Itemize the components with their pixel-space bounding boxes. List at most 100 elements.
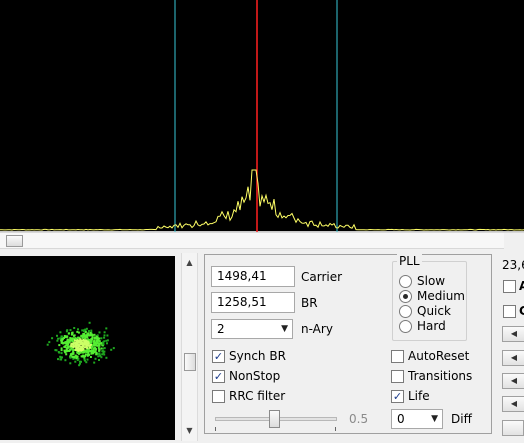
- constellation-point: [80, 346, 83, 349]
- constellation-point: [81, 329, 84, 332]
- right-left-arrow-button[interactable]: ◀: [502, 326, 524, 342]
- constellation-point: [101, 350, 104, 353]
- radio-icon: [399, 274, 412, 288]
- checkbox-box: [212, 389, 225, 403]
- carrier-input[interactable]: 1498,41: [211, 266, 295, 287]
- rrc-slider-thumb[interactable]: [269, 410, 280, 428]
- right-checkbox-c[interactable]: [503, 305, 516, 318]
- constellation-point: [93, 361, 96, 364]
- pll-title: PLL: [397, 254, 422, 268]
- rrc-filter-checkbox[interactable]: RRC filter: [212, 389, 285, 403]
- constellation-point: [55, 349, 58, 352]
- constellation-plot: [46, 321, 115, 367]
- right-left-arrow-button[interactable]: ◀: [502, 373, 524, 389]
- radio-icon: [399, 304, 412, 318]
- constellation-point: [87, 330, 90, 332]
- vertical-scrollbar[interactable]: ▲ ▼: [181, 253, 198, 441]
- radio-icon: [399, 319, 412, 333]
- checkmark-icon: ✓: [212, 369, 225, 383]
- scrollbar-thumb[interactable]: [6, 235, 23, 247]
- constellation-point: [110, 348, 113, 351]
- constellation-point: [89, 340, 92, 343]
- constellation-point: [83, 332, 86, 335]
- constellation-point: [90, 329, 93, 332]
- constellation-point: [101, 353, 104, 356]
- rrc-filter-label: RRC filter: [229, 389, 286, 403]
- constellation-point: [85, 344, 88, 347]
- constellation-point: [92, 344, 95, 347]
- constellation-point: [95, 348, 98, 351]
- scrollbar-thumb[interactable]: [184, 353, 196, 371]
- scroll-down-icon[interactable]: ▼: [182, 423, 197, 438]
- constellation-point: [81, 351, 84, 354]
- constellation-point: [60, 349, 63, 352]
- constellation-display: [0, 256, 175, 440]
- n-ary-select[interactable]: 2 ▼: [211, 319, 293, 339]
- constellation-point: [112, 347, 115, 350]
- constellation-point: [76, 347, 79, 350]
- slider-tick: [335, 427, 336, 431]
- constellation-point: [86, 358, 89, 361]
- constellation-point: [103, 331, 106, 334]
- constellation-point: [97, 346, 100, 349]
- pll-option-quick[interactable]: Quick: [399, 304, 451, 318]
- constellation-point: [92, 347, 95, 350]
- constellation-point: [66, 338, 69, 341]
- constellation-point: [80, 349, 83, 352]
- nonstop-label: NonStop: [229, 369, 281, 383]
- constellation-point: [91, 351, 94, 354]
- constellation-point: [103, 334, 106, 337]
- life-checkbox[interactable]: ✓ Life: [391, 389, 430, 403]
- constellation-point: [84, 330, 87, 333]
- constellation-point: [102, 343, 105, 346]
- right-left-arrow-button[interactable]: ◀: [502, 350, 524, 366]
- constellation-point: [76, 330, 79, 333]
- pll-option-label: Quick: [417, 304, 451, 318]
- nonstop-checkbox[interactable]: ✓ NonStop: [212, 369, 280, 383]
- constellation-point: [69, 353, 72, 356]
- right-checkbox-a[interactable]: [503, 280, 516, 293]
- constellation-point: [69, 362, 72, 365]
- synch-br-checkbox[interactable]: ✓ Synch BR: [212, 349, 286, 363]
- right-checkbox-a-label: A: [519, 279, 524, 293]
- autoreset-checkbox[interactable]: AutoReset: [391, 349, 469, 363]
- constellation-point: [77, 328, 79, 331]
- constellation-point: [92, 340, 95, 343]
- constellation-point: [66, 344, 69, 347]
- pll-option-label: Slow: [417, 274, 446, 288]
- constellation-point: [80, 360, 82, 363]
- constellation-point: [58, 344, 61, 347]
- pll-option-slow[interactable]: Slow: [399, 274, 445, 288]
- pll-option-hard[interactable]: Hard: [399, 319, 446, 333]
- right-button[interactable]: [502, 420, 524, 436]
- constellation-point: [103, 336, 106, 339]
- constellation-point: [83, 339, 86, 342]
- spectrum-plot: [0, 0, 524, 232]
- constellation-point: [65, 353, 68, 356]
- checkmark-icon: ✓: [212, 349, 225, 363]
- constellation-point: [106, 342, 108, 345]
- right-left-arrow-button[interactable]: ◀: [502, 396, 524, 412]
- constellation-point: [60, 352, 63, 355]
- horizontal-scrollbar[interactable]: [0, 232, 524, 249]
- life-label: Life: [408, 389, 430, 403]
- constellation-point: [70, 347, 73, 350]
- chevron-down-icon: ▼: [431, 414, 438, 424]
- constellation-point: [69, 329, 72, 332]
- constellation-point: [82, 354, 85, 357]
- rrc-slider-value: 0.5: [349, 412, 369, 426]
- transitions-checkbox[interactable]: Transitions: [391, 369, 472, 383]
- pll-option-label: Medium: [417, 289, 465, 303]
- constellation-point: [65, 348, 68, 351]
- diff-select[interactable]: 0 ▼: [391, 409, 443, 429]
- spectrum-display[interactable]: [0, 0, 524, 232]
- br-input[interactable]: 1258,51: [211, 292, 295, 313]
- pll-option-medium[interactable]: Medium: [399, 289, 465, 303]
- constellation-point: [93, 333, 96, 336]
- scroll-up-icon[interactable]: ▲: [182, 255, 197, 270]
- constellation-point: [74, 344, 77, 347]
- constellation-point: [78, 364, 81, 367]
- constellation-point: [69, 339, 72, 342]
- constellation-point: [105, 356, 108, 359]
- constellation-point: [98, 342, 101, 345]
